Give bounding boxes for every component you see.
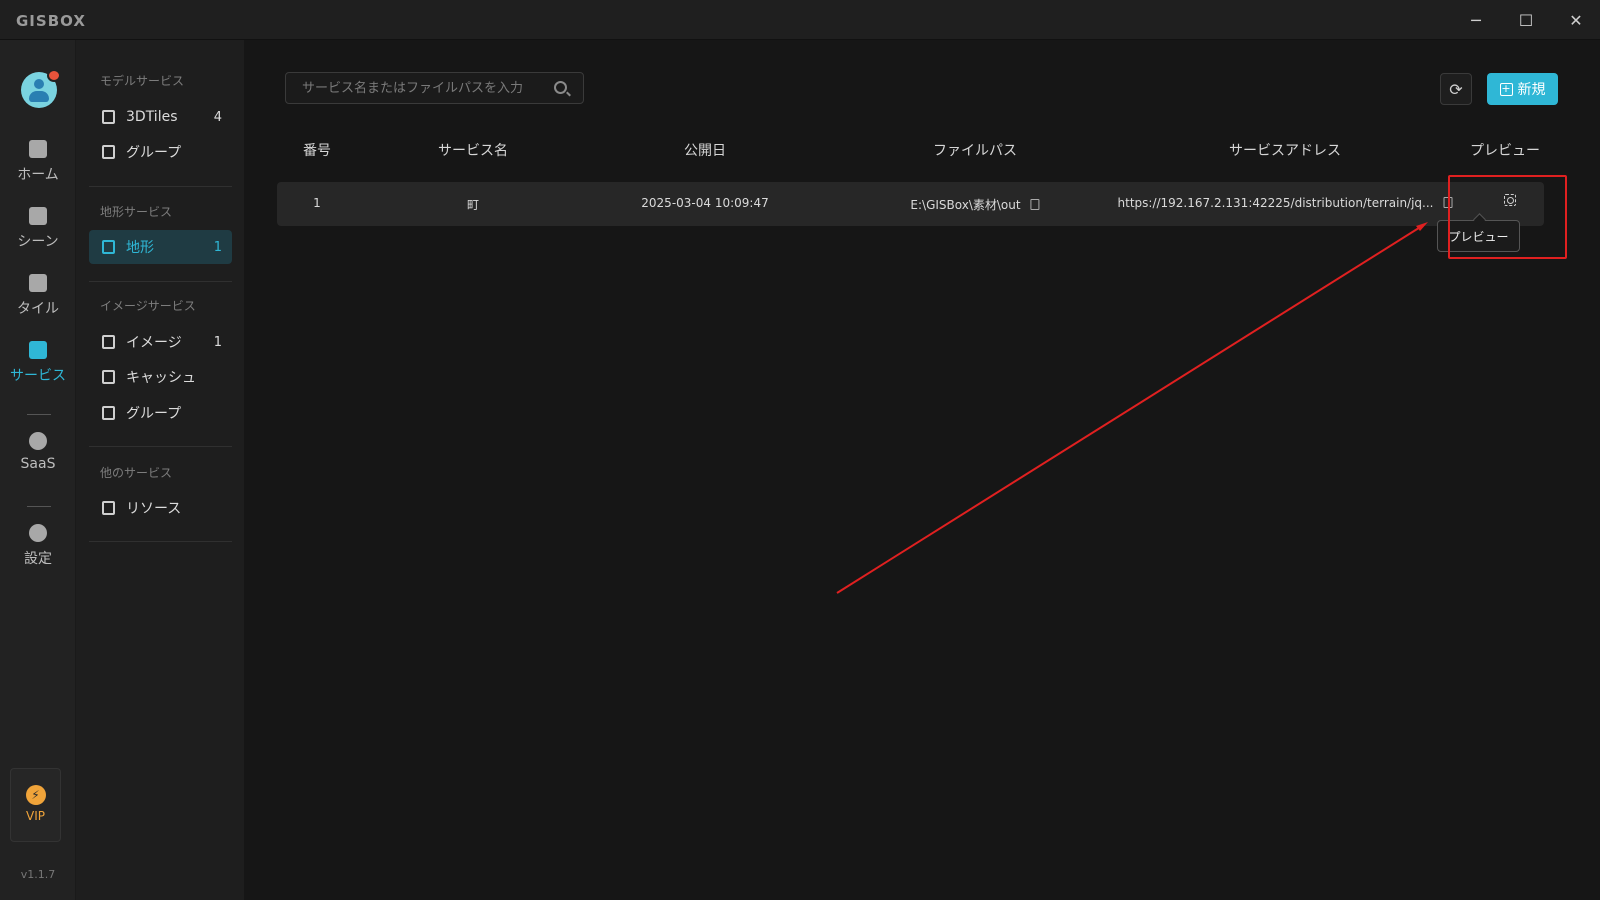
sidebar-item-cache[interactable]: キャッシュ [89, 360, 232, 394]
annotation-highlight-box [1448, 175, 1567, 259]
home-icon [29, 140, 47, 158]
sidebar-divider [89, 281, 232, 282]
scene-icon [29, 207, 47, 225]
title-bar: GISBOX ─ ☐ ✕ [0, 0, 1600, 40]
group-title-terrain: 地形サービス [100, 205, 173, 219]
add-icon: + [1499, 81, 1513, 96]
group-title-model: モデルサービス [100, 74, 185, 88]
maximize-icon: ☐ [1518, 10, 1534, 30]
saas-icon [29, 432, 47, 450]
rail-item-label: サービス [10, 368, 66, 384]
cell-publish-date: 2025-03-04 10:09:47 [641, 196, 769, 210]
rail-item-label: 設定 [24, 551, 52, 567]
tile-icon [29, 274, 47, 292]
copy-path-icon[interactable] [1030, 199, 1040, 210]
model-icon [102, 110, 115, 124]
rail-divider [27, 506, 51, 507]
annotation-arrow [836, 222, 1428, 594]
rail-item-service[interactable]: サービス [0, 339, 76, 395]
search-box [285, 72, 584, 104]
minimize-icon: ─ [1471, 10, 1481, 30]
sidebar-item-model-group[interactable]: グループ [89, 135, 232, 169]
group-title-other: 他のサービス [100, 466, 173, 480]
sidebar-item-resource[interactable]: リソース [89, 491, 232, 525]
model-icon [102, 145, 115, 159]
vip-label: VIP [26, 809, 45, 823]
avatar[interactable] [21, 69, 61, 108]
sidebar-item-terrain[interactable]: 地形 1 [89, 230, 232, 264]
sidebar-item-label: 3DTiles [126, 109, 178, 125]
column-header-preview: プレビュー [1470, 143, 1540, 159]
sidebar-item-label: イメージ [126, 335, 182, 351]
vip-button[interactable]: ⚡ VIP [10, 768, 61, 842]
app-logo: GISBOX [16, 12, 86, 30]
sidebar-divider [89, 446, 232, 447]
main-panel: ⟳ + 新規 番号 サービス名 公開日 ファイルパス サービスアドレス プレビュ… [244, 40, 1600, 900]
sidebar-item-label: グループ [126, 406, 182, 422]
rail-item-label: シーン [17, 234, 59, 250]
rail-item-scene[interactable]: シーン [0, 205, 76, 261]
file-path-text: E:\GISBox\素材\out [910, 198, 1021, 212]
rail-item-settings[interactable]: 設定 [0, 522, 76, 578]
sidebar-item-label: キャッシュ [126, 370, 196, 386]
new-button[interactable]: + 新規 [1487, 73, 1558, 105]
sidebar-item-image[interactable]: イメージ 1 [89, 325, 232, 359]
sidebar-item-label: リソース [126, 501, 182, 517]
terrain-icon [102, 240, 115, 254]
sidebar-item-image-group[interactable]: グループ [89, 396, 232, 430]
left-rail: ホーム シーン タイル サービス SaaS 設定 ⚡ VIP v1.1.7 [0, 40, 76, 900]
service-address-text: https://192.167.2.131:42225/distribution… [1117, 196, 1434, 210]
arrow-line [836, 225, 1423, 594]
sidebar-item-label: グループ [126, 145, 182, 161]
minimize-button[interactable]: ─ [1456, 5, 1496, 35]
rail-item-label: ホーム [17, 167, 59, 183]
image-group-icon [102, 406, 115, 420]
avatar-head-icon [34, 79, 44, 89]
sidebar-divider [89, 186, 232, 187]
settings-icon [29, 524, 47, 542]
close-button[interactable]: ✕ [1556, 5, 1596, 35]
column-header-publish-date: 公開日 [684, 143, 726, 159]
close-icon: ✕ [1569, 10, 1583, 30]
sidebar-item-count: 1 [213, 334, 222, 350]
sidebar-item-label: 地形 [126, 240, 154, 256]
cell-service-address: https://192.167.2.131:42225/distribution… [1118, 196, 1453, 210]
column-header-file-path: ファイルパス [933, 143, 1017, 159]
sidebar-item-count: 4 [213, 109, 222, 125]
rail-item-home[interactable]: ホーム [0, 138, 76, 194]
lightning-icon: ⚡ [25, 785, 46, 805]
column-header-number: 番号 [303, 143, 331, 159]
notification-badge [47, 69, 61, 82]
search-input[interactable] [286, 73, 546, 103]
service-icon [29, 341, 47, 359]
sidebar-item-3dtiles[interactable]: 3DTiles 4 [89, 100, 232, 134]
rail-item-label: タイル [17, 301, 59, 317]
column-header-service-name: サービス名 [438, 143, 508, 159]
rail-item-label: SaaS [20, 456, 56, 472]
rail-item-saas[interactable]: SaaS [0, 430, 76, 486]
image-icon [102, 335, 115, 349]
sidebar-item-count: 1 [213, 239, 222, 255]
cell-file-path: E:\GISBox\素材\out [910, 196, 1040, 213]
search-icon[interactable] [554, 81, 567, 94]
maximize-button[interactable]: ☐ [1506, 5, 1546, 35]
refresh-button[interactable]: ⟳ [1440, 73, 1472, 105]
group-title-image: イメージサービス [100, 299, 196, 313]
avatar-body-icon [29, 91, 49, 102]
sidebar-divider [89, 541, 232, 542]
new-button-label: 新規 [1517, 82, 1546, 98]
cell-number: 1 [313, 196, 321, 210]
rail-divider [27, 414, 51, 415]
refresh-icon: ⟳ [1449, 79, 1463, 99]
service-sidebar: モデルサービス 3DTiles 4 グループ 地形サービス 地形 1 イメージサ… [76, 40, 244, 900]
cache-icon [102, 370, 115, 384]
table-row: 1 町 2025-03-04 10:09:47 E:\GISBox\素材\out… [277, 182, 1544, 226]
app-version: v1.1.7 [20, 868, 56, 881]
rail-item-tile[interactable]: タイル [0, 272, 76, 328]
cell-service-name: 町 [466, 198, 480, 212]
column-header-service-address: サービスアドレス [1229, 143, 1341, 159]
resource-icon [102, 501, 115, 515]
